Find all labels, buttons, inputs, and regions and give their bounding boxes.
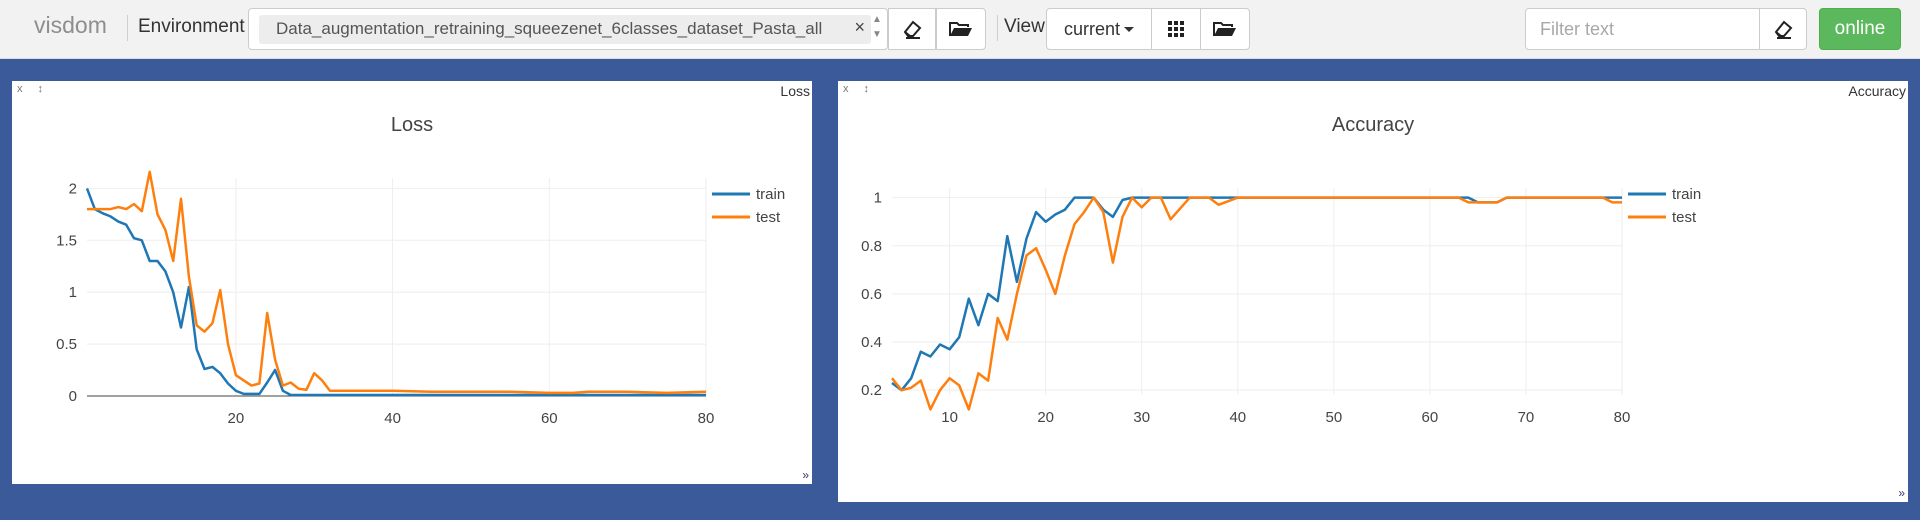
legend-label-test[interactable]: test — [756, 209, 781, 226]
x-tick-label: 20 — [228, 410, 245, 427]
environment-stepper[interactable]: ▲ ▼ — [871, 12, 883, 46]
caret-down-icon — [1124, 26, 1135, 32]
pane-label: Accuracy — [1848, 83, 1906, 99]
x-tick-label: 30 — [1133, 409, 1150, 426]
y-tick-label: 0.4 — [861, 334, 882, 351]
environment-chip-label: Data_augmentation_retraining_squeezenet_… — [276, 19, 823, 38]
x-tick-label: 80 — [1614, 409, 1631, 426]
divider — [997, 15, 998, 41]
y-tick-label: 1.5 — [56, 232, 77, 249]
top-navbar: visdom Environment Data_augmentation_ret… — [0, 0, 1920, 59]
brand-logo: visdom — [34, 12, 107, 38]
accuracy-chart: Accuracy 10 20 30 40 50 60 70 80 0.2 0.4 0.6 0.8 1 tra… — [861, 114, 1701, 426]
legend-label-train[interactable]: train — [756, 186, 785, 203]
y-tick-label: 0.8 — [861, 238, 882, 255]
x-tick-label: 50 — [1325, 409, 1342, 426]
environment-label: Environment — [138, 16, 245, 37]
grid-icon — [1168, 21, 1184, 37]
y-tick-label: 1 — [874, 190, 882, 207]
environment-select[interactable]: Data_augmentation_retraining_squeezenet_… — [248, 8, 888, 50]
view-select[interactable]: current — [1046, 8, 1152, 50]
y-tick-label: 0 — [69, 388, 77, 405]
view-select-value: current — [1063, 18, 1121, 39]
eraser-icon — [903, 20, 922, 39]
series-line-test — [891, 196, 1622, 411]
resize-handle-icon[interactable]: » — [1898, 486, 1905, 500]
x-tick-label: 40 — [1229, 409, 1246, 426]
y-tick-label: 0.2 — [861, 382, 882, 399]
manage-views-button[interactable] — [1200, 8, 1250, 50]
x-tick-label: 20 — [1037, 409, 1054, 426]
folder-open-icon — [1213, 22, 1236, 36]
y-tick-label: 0.6 — [861, 286, 882, 303]
series-line-test — [87, 170, 707, 395]
x-tick-label: 60 — [1422, 409, 1439, 426]
y-tick-label: 2 — [69, 180, 77, 197]
loss-chart: Loss 20 40 60 80 0 0.5 1 1.5 2 train test — [56, 114, 785, 427]
chevron-up-icon[interactable]: ▲ — [871, 12, 883, 27]
x-tick-label: 60 — [541, 410, 558, 427]
pane-controls[interactable]: x ↕ — [17, 83, 49, 95]
chart-title: Loss — [391, 114, 433, 136]
clear-environment-button[interactable] — [888, 8, 936, 50]
clear-filter-button[interactable] — [1759, 8, 1807, 50]
x-tick-label: 70 — [1518, 409, 1535, 426]
legend-label-train[interactable]: train — [1672, 186, 1701, 203]
divider — [127, 15, 128, 41]
legend-label-test[interactable]: test — [1672, 209, 1697, 226]
x-tick-label: 10 — [941, 409, 958, 426]
view-label: View — [1004, 16, 1045, 37]
repack-panes-button[interactable] — [1151, 8, 1201, 50]
y-tick-label: 1 — [69, 284, 77, 301]
resize-handle-icon[interactable]: » — [802, 468, 809, 482]
folder-open-icon — [949, 22, 972, 36]
chart-title: Accuracy — [1332, 114, 1414, 136]
chevron-down-icon[interactable]: ▼ — [871, 27, 883, 42]
filter-input[interactable] — [1525, 8, 1760, 50]
eraser-icon — [1774, 20, 1793, 39]
x-tick-label: 80 — [698, 410, 715, 427]
accuracy-pane[interactable]: x ↕ Accuracy Accuracy 10 20 30 40 50 60 70 80 0.2… — [838, 81, 1908, 502]
manage-environment-button[interactable] — [936, 8, 986, 50]
online-status-button[interactable]: online — [1819, 8, 1901, 50]
chip-remove-icon[interactable]: × — [854, 17, 865, 38]
loss-pane[interactable]: x ↕ Loss Loss 20 40 60 80 0 0.5 1 1.5 2 train test … — [12, 81, 812, 484]
environment-chip[interactable]: Data_augmentation_retraining_squeezenet_… — [259, 15, 871, 44]
pane-controls[interactable]: x ↕ — [843, 83, 875, 95]
x-tick-label: 40 — [384, 410, 401, 427]
pane-label: Loss — [780, 83, 810, 99]
y-tick-label: 0.5 — [56, 336, 77, 353]
